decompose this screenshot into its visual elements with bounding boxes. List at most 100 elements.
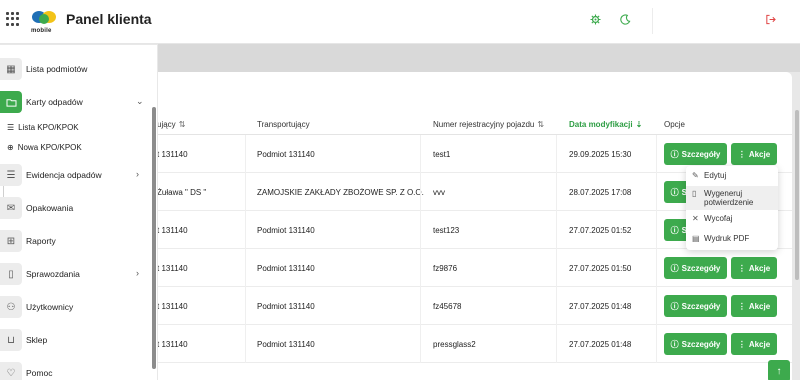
sidebar-item-packaging[interactable]: ✉ Opakowania — [0, 194, 150, 222]
column-separator — [245, 211, 246, 249]
sort-desc-icon[interactable]: ⇣ — [636, 120, 643, 129]
header-divider — [652, 8, 653, 34]
column-separator — [420, 135, 421, 173]
actions-label: Akcje — [748, 263, 771, 273]
column-separator — [556, 135, 557, 173]
scroll-to-top-button[interactable]: ↑ — [768, 360, 790, 380]
folder-icon — [0, 91, 22, 113]
column-header-date[interactable]: Data modyfikacji ⇣ — [569, 120, 642, 129]
info-icon: ⓘ — [670, 187, 679, 197]
cell-date: 28.07.2025 17:08 — [569, 188, 632, 197]
details-label: Szczegóły — [681, 263, 721, 273]
cell-transport: Podmiot 131140 — [257, 302, 315, 311]
cart-icon: ⊔ — [0, 329, 22, 351]
grid-menu-icon[interactable] — [6, 12, 20, 26]
pdf-icon: ▤ — [692, 234, 700, 243]
sidebar: ▦ Lista podmiotów Karty odpadów ⌄ ☰ Lista… — [0, 45, 158, 380]
more-vertical-icon: ⋮ — [737, 263, 746, 273]
column-separator — [556, 249, 557, 287]
cell-transport: Podmiot 131140 — [257, 150, 315, 159]
building-icon: ▦ — [0, 58, 22, 80]
chevron-right-icon[interactable]: › — [136, 268, 139, 278]
actions-label: Akcje — [748, 149, 771, 159]
chevron-down-icon[interactable]: ⌄ — [136, 96, 144, 107]
actions-dropdown-menu: ✎ Edytuj ▯ Wygeneruj potwierdzenie ✕ Wycofa… — [686, 166, 778, 250]
list-icon: ☰ — [7, 123, 15, 132]
column-header-plate[interactable]: Numer rejestracyjny pojazdu ⇅ — [433, 120, 544, 129]
sidebar-subitem-kpo-list[interactable]: ☰ Lista KPO/KPOK — [7, 123, 79, 132]
column-separator — [656, 173, 657, 211]
file-icon: ▯ — [692, 189, 697, 198]
main-scrollbar[interactable] — [795, 110, 799, 280]
logout-icon[interactable] — [762, 11, 778, 27]
sidebar-item-waste-cards[interactable]: Karty odpadów ⌄ — [0, 88, 150, 116]
moon-icon[interactable] — [617, 11, 633, 27]
cell-plate: fz9876 — [433, 264, 458, 273]
cell-col1: t 131140 — [157, 264, 188, 273]
arrow-up-icon: ↑ — [776, 365, 782, 377]
table-row: t 131140 Podmiot 131140 fz45678 27.07.2025 … — [150, 287, 792, 325]
actions-button[interactable]: ⋮Akcje — [731, 143, 777, 165]
column-separator — [245, 287, 246, 325]
details-button[interactable]: ⓘSzczegóły — [664, 143, 727, 165]
actions-button[interactable]: ⋮Akcje — [731, 257, 777, 279]
cell-transport: Podmiot 131140 — [257, 264, 315, 273]
logo-text: mobile — [31, 28, 52, 34]
sidebar-item-shop[interactable]: ⊔ Sklep — [0, 326, 150, 354]
cell-date: 27.07.2025 01:50 — [569, 264, 632, 273]
heart-icon: ♡ — [0, 362, 22, 380]
sidebar-item-help[interactable]: ♡ Pomoc — [0, 359, 150, 380]
details-button[interactable]: ⓘSzczegóły — [664, 333, 727, 355]
list-icon: ☰ — [0, 164, 22, 186]
sidebar-item-statements[interactable]: ▯ Sprawozdania › — [0, 260, 150, 288]
sidebar-subitem-new-kpo[interactable]: ⊕ Nowa KPO/KPOK — [7, 143, 82, 152]
menu-item-edit[interactable]: ✎ Edytuj — [686, 171, 778, 185]
cell-col1: t 131140 — [157, 150, 188, 159]
column-separator — [656, 211, 657, 249]
sidebar-scrollbar[interactable] — [152, 107, 156, 369]
actions-button[interactable]: ⋮Akcje — [731, 295, 777, 317]
cell-col1: t 131140 — [157, 302, 188, 311]
plus-circle-icon: ⊕ — [7, 143, 14, 152]
details-label: Szczegóły — [681, 149, 721, 159]
column-separator — [420, 325, 421, 363]
sidebar-item-reports[interactable]: ⊞ Raporty — [0, 227, 150, 255]
settings-gear-icon[interactable] — [587, 11, 603, 27]
box-icon: ✉ — [0, 197, 22, 219]
actions-button[interactable]: ⋮Akcje — [731, 333, 777, 355]
column-separator — [556, 287, 557, 325]
page-title: Panel klienta — [66, 11, 152, 27]
more-vertical-icon: ⋮ — [737, 301, 746, 311]
table-icon: ⊞ — [0, 230, 22, 252]
menu-item-withdraw[interactable]: ✕ Wycofaj — [686, 214, 778, 228]
details-button[interactable]: ⓘSzczegóły — [664, 257, 727, 279]
column-header-options: Opcje — [664, 120, 685, 129]
column-separator — [420, 173, 421, 211]
content-toolbar-band — [158, 44, 800, 72]
info-icon: ⓘ — [670, 301, 679, 311]
x-icon: ✕ — [692, 214, 699, 223]
cell-date: 27.07.2025 01:48 — [569, 302, 632, 311]
sort-icon[interactable]: ⇅ — [537, 120, 544, 129]
menu-item-pdf[interactable]: ▤ Wydruk PDF — [686, 234, 778, 248]
menu-item-generate-confirmation[interactable]: ▯ Wygeneruj potwierdzenie — [686, 186, 778, 210]
cell-transport: Podmiot 131140 — [257, 340, 315, 349]
column-header-1[interactable]: ujący ⇅ — [157, 120, 185, 129]
cell-col1: Żuława " DS " — [157, 188, 207, 197]
sort-icon[interactable]: ⇅ — [179, 120, 186, 129]
cell-col1: t 131140 — [157, 226, 188, 235]
column-separator — [656, 325, 657, 363]
column-separator — [656, 135, 657, 173]
chevron-right-icon[interactable]: › — [136, 169, 139, 179]
column-separator — [420, 211, 421, 249]
cell-transport: Podmiot 131140 — [257, 226, 315, 235]
sidebar-item-waste-records[interactable]: ☰ Ewidencja odpadów › — [0, 161, 150, 189]
info-icon: ⓘ — [670, 225, 679, 235]
details-button[interactable]: ⓘSzczegóły — [664, 295, 727, 317]
cell-date: 27.07.2025 01:48 — [569, 340, 632, 349]
sidebar-item-entities[interactable]: ▦ Lista podmiotów — [0, 55, 150, 83]
column-separator — [420, 287, 421, 325]
column-separator — [656, 249, 657, 287]
cell-plate: pressglass2 — [433, 340, 476, 349]
sidebar-item-users[interactable]: ⚇ Użytkownicy — [0, 293, 150, 321]
